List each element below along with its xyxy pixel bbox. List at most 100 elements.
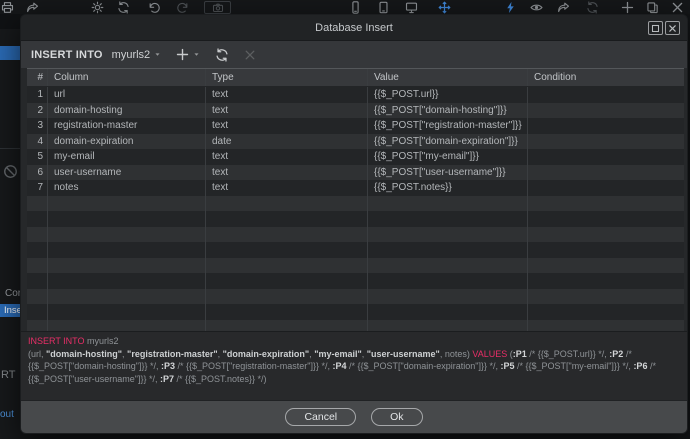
cell-type[interactable] (206, 242, 368, 258)
cell-column[interactable] (48, 289, 206, 305)
cell-type[interactable] (206, 196, 368, 212)
header-column[interactable]: Column (48, 69, 206, 86)
refresh-button[interactable] (215, 48, 229, 62)
empty-table-row[interactable] (27, 196, 684, 212)
cell-value[interactable] (368, 273, 528, 289)
printer-icon[interactable] (1, 1, 14, 14)
cell-condition[interactable] (528, 134, 684, 150)
header-condition[interactable]: Condition (528, 69, 684, 86)
cell-value[interactable] (368, 304, 528, 320)
cell-type[interactable] (206, 273, 368, 289)
empty-table-row[interactable] (27, 258, 684, 274)
empty-table-row[interactable] (27, 211, 684, 227)
refresh-icon[interactable] (586, 1, 599, 14)
cell-type[interactable]: text (206, 103, 368, 119)
cell-value[interactable]: {{$_POST["my-email"]}} (368, 149, 528, 165)
add-column-button[interactable] (176, 48, 200, 61)
cell-value[interactable] (368, 289, 528, 305)
undo-icon[interactable] (148, 1, 161, 14)
cell-value[interactable] (368, 211, 528, 227)
cell-type[interactable]: text (206, 165, 368, 181)
cell-column[interactable]: notes (48, 180, 206, 196)
plus-icon[interactable] (621, 1, 634, 14)
cell-type[interactable]: text (206, 87, 368, 103)
empty-table-row[interactable] (27, 242, 684, 258)
table-row[interactable]: 2domain-hostingtext{{$_POST["domain-host… (27, 103, 684, 119)
cell-condition[interactable] (528, 211, 684, 227)
cell-type[interactable]: text (206, 118, 368, 134)
cell-column[interactable] (48, 304, 206, 320)
cell-condition[interactable] (528, 103, 684, 119)
cell-condition[interactable] (528, 87, 684, 103)
table-row[interactable]: 7notestext{{$_POST.notes}} (27, 180, 684, 196)
gear-icon[interactable] (91, 1, 104, 14)
ok-button[interactable]: Ok (371, 408, 422, 426)
cell-column[interactable]: user-username (48, 165, 206, 181)
cell-column[interactable] (48, 258, 206, 274)
table-row[interactable]: 3registration-mastertext{{$_POST["regist… (27, 118, 684, 134)
cell-type[interactable] (206, 227, 368, 243)
cell-type[interactable]: date (206, 134, 368, 150)
cell-type[interactable] (206, 289, 368, 305)
cell-condition[interactable] (528, 227, 684, 243)
cell-condition[interactable] (528, 118, 684, 134)
cell-condition[interactable] (528, 289, 684, 305)
header-type[interactable]: Type (206, 69, 368, 86)
cell-column[interactable] (48, 196, 206, 212)
cell-value[interactable]: {{$_POST["user-username"]}} (368, 165, 528, 181)
cell-type[interactable] (206, 211, 368, 227)
cell-column[interactable]: domain-hosting (48, 103, 206, 119)
monitor-icon[interactable] (405, 1, 418, 14)
close-icon[interactable] (671, 1, 684, 14)
cell-value[interactable]: {{$_POST["domain-hosting"]}} (368, 103, 528, 119)
empty-table-row[interactable] (27, 304, 684, 320)
empty-table-row[interactable] (27, 227, 684, 243)
cell-value[interactable]: {{$_POST["registration-master"]}} (368, 118, 528, 134)
sidebar-item-insert-selected[interactable]: Inse (0, 304, 20, 317)
redo-icon[interactable] (176, 1, 189, 14)
cell-column[interactable]: registration-master (48, 118, 206, 134)
cell-type[interactable]: text (206, 180, 368, 196)
refresh-icon[interactable] (117, 1, 130, 14)
cell-value[interactable] (368, 196, 528, 212)
cell-value[interactable] (368, 258, 528, 274)
cell-condition[interactable] (528, 258, 684, 274)
cell-column[interactable] (48, 211, 206, 227)
table-selector-dropdown[interactable]: myurls2 (112, 49, 162, 61)
empty-table-row[interactable] (27, 289, 684, 305)
camera-icon[interactable] (204, 1, 231, 14)
cancel-button[interactable]: Cancel (285, 408, 356, 426)
cell-column[interactable]: domain-expiration (48, 134, 206, 150)
share-icon[interactable] (26, 1, 39, 14)
table-row[interactable]: 6user-usernametext{{$_POST["user-usernam… (27, 165, 684, 181)
sidebar-item-logout[interactable]: out (0, 409, 14, 420)
cell-type[interactable]: text (206, 149, 368, 165)
sidebar-selected-item[interactable] (0, 46, 20, 60)
phone-icon[interactable] (349, 1, 362, 14)
cell-condition[interactable] (528, 304, 684, 320)
cell-type[interactable] (206, 304, 368, 320)
sidebar-item-connections[interactable]: Cor (5, 288, 20, 299)
ban-icon[interactable] (3, 164, 18, 179)
eye-icon[interactable] (530, 1, 543, 14)
cell-type[interactable] (206, 320, 368, 332)
tablet-icon[interactable] (377, 1, 390, 14)
bolt-icon[interactable] (504, 1, 517, 14)
cell-value[interactable] (368, 227, 528, 243)
window-restore-button[interactable] (648, 21, 663, 35)
header-value[interactable]: Value (368, 69, 528, 86)
cell-condition[interactable] (528, 149, 684, 165)
cell-value[interactable]: {{$_POST.notes}} (368, 180, 528, 196)
cell-value[interactable]: {{$_POST["domain-expiration"]}} (368, 134, 528, 150)
cell-value[interactable]: {{$_POST.url}} (368, 87, 528, 103)
cell-condition[interactable] (528, 273, 684, 289)
cell-column[interactable]: url (48, 87, 206, 103)
cell-column[interactable]: my-email (48, 149, 206, 165)
cell-column[interactable] (48, 320, 206, 332)
cell-condition[interactable] (528, 242, 684, 258)
cell-value[interactable] (368, 320, 528, 332)
cell-condition[interactable] (528, 180, 684, 196)
cell-type[interactable] (206, 258, 368, 274)
cell-column[interactable] (48, 273, 206, 289)
cell-condition[interactable] (528, 320, 684, 332)
